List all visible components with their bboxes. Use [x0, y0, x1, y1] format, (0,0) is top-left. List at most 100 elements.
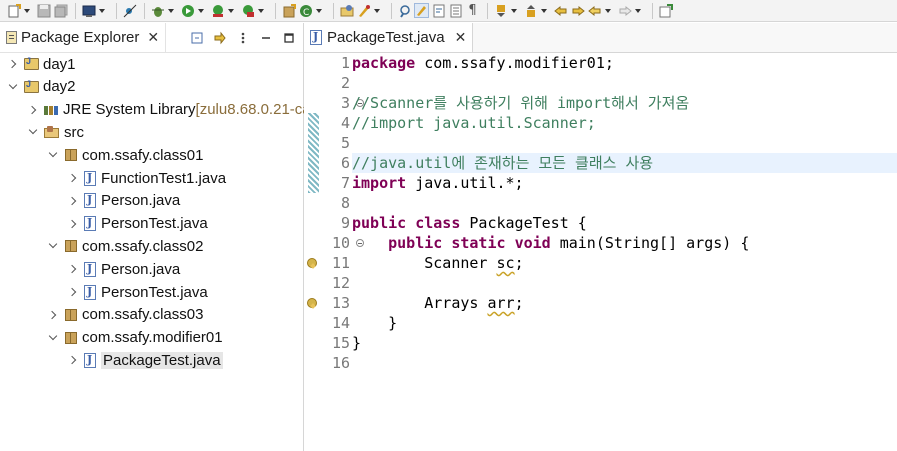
tree-item-label: com.ssafy.class02	[82, 237, 204, 255]
previous-annotation-dropdown-icon[interactable]	[540, 3, 548, 18]
chevron-right-icon[interactable]	[68, 355, 78, 365]
code-line[interactable]: public static void main(String[] args) {	[352, 233, 897, 253]
chevron-right-icon[interactable]	[8, 59, 18, 69]
forward-icon[interactable]	[617, 3, 632, 18]
coverage-dropdown-icon[interactable]	[227, 3, 235, 18]
run-icon[interactable]	[180, 3, 195, 18]
toggle-word-wrap-icon[interactable]	[431, 3, 446, 18]
tree-item[interactable]: Person.java	[68, 258, 180, 280]
tree-item[interactable]: com.ssafy.modifier01	[48, 327, 223, 349]
chevron-down-icon[interactable]	[28, 127, 38, 137]
forward-edit-icon[interactable]	[570, 3, 585, 18]
code-line[interactable]: Arrays arr;	[352, 293, 897, 313]
tree-item[interactable]: com.ssafy.class01	[48, 144, 203, 166]
chevron-right-icon[interactable]	[68, 287, 78, 297]
open-task-dropdown-icon[interactable]	[373, 3, 381, 18]
terminal-dropdown-icon[interactable]	[98, 3, 106, 18]
toggle-block-selection-icon[interactable]	[448, 3, 463, 18]
tree-item[interactable]: com.ssafy.class02	[48, 235, 203, 257]
warning-icon[interactable]	[307, 298, 317, 308]
code-line[interactable]: }	[352, 313, 897, 333]
new-java-class-icon[interactable]: C	[298, 3, 313, 18]
link-with-editor-icon[interactable]	[212, 30, 228, 46]
code-line[interactable]: }	[352, 333, 897, 353]
new-java-package-icon[interactable]	[281, 3, 296, 18]
line-number: 14	[331, 314, 350, 332]
line-number: 11	[331, 254, 350, 272]
code-line[interactable]	[352, 193, 897, 213]
pin-editor-icon[interactable]	[658, 3, 673, 18]
new-java-class-dropdown-icon[interactable]	[315, 3, 323, 18]
code-token: Scanner	[352, 254, 497, 272]
save-all-icon[interactable]	[53, 3, 68, 18]
warning-icon[interactable]	[307, 258, 317, 268]
java-file-icon	[84, 284, 97, 300]
tree-item[interactable]: day2	[8, 76, 76, 98]
previous-annotation-icon[interactable]	[523, 3, 538, 18]
view-menu-icon[interactable]	[235, 30, 251, 46]
external-tools-icon[interactable]	[240, 3, 255, 18]
toggle-mark-occurrences-icon[interactable]	[414, 3, 429, 18]
code-line[interactable]: import java.util.*;	[352, 173, 897, 193]
search-icon[interactable]	[397, 3, 412, 18]
new-dropdown-icon[interactable]	[23, 3, 31, 18]
tree-item[interactable]: JRE System Library [zulu8.68.0.21-ca	[28, 99, 311, 121]
minimize-icon[interactable]	[258, 30, 274, 46]
tree-item[interactable]: PersonTest.java	[68, 213, 208, 235]
back-dropdown-icon[interactable]	[604, 3, 612, 18]
tree-item[interactable]: src	[28, 121, 84, 143]
close-icon[interactable]: ✕	[147, 30, 159, 46]
next-annotation-icon[interactable]	[493, 3, 508, 18]
terminal-icon[interactable]	[81, 3, 96, 18]
code-line[interactable]: public class PackageTest {	[352, 213, 897, 233]
code-line[interactable]: package com.ssafy.modifier01;	[352, 53, 897, 73]
code-line[interactable]: //Scanner를 사용하기 위해 import해서 가져옴	[352, 93, 897, 113]
java-file-icon	[84, 261, 97, 277]
chevron-down-icon[interactable]	[8, 82, 18, 92]
save-icon[interactable]	[36, 3, 51, 18]
chevron-right-icon[interactable]	[48, 310, 58, 320]
line-number: 10	[331, 234, 350, 252]
open-type-icon[interactable]	[339, 3, 354, 18]
coverage-icon[interactable]	[210, 3, 225, 18]
chevron-right-icon[interactable]	[68, 264, 78, 274]
last-edit-location-icon[interactable]	[553, 3, 568, 18]
tree-item[interactable]: PersonTest.java	[68, 281, 208, 303]
external-tools-dropdown-icon[interactable]	[257, 3, 265, 18]
show-whitespace-icon[interactable]: ¶	[465, 3, 480, 18]
new-icon[interactable]	[6, 3, 21, 18]
code-line[interactable]	[352, 273, 897, 293]
skip-breakpoints-icon[interactable]	[122, 3, 137, 18]
code-line[interactable]	[352, 353, 897, 373]
chevron-right-icon[interactable]	[68, 173, 78, 183]
editor-tab-packagetest[interactable]: PackageTest.java ✕	[304, 23, 474, 52]
chevron-right-icon[interactable]	[28, 105, 38, 115]
chevron-right-icon[interactable]	[68, 196, 78, 206]
open-task-icon[interactable]	[356, 3, 371, 18]
collapse-all-icon[interactable]	[189, 30, 205, 46]
tree-item[interactable]: day1	[8, 53, 76, 75]
code-line[interactable]: //java.util에 존재하는 모든 클래스 사용	[352, 153, 897, 173]
tree-item[interactable]: PackageTest.java	[68, 349, 223, 371]
code-line[interactable]	[352, 73, 897, 93]
close-icon[interactable]: ✕	[455, 30, 467, 46]
code-line[interactable]: Scanner sc;	[352, 253, 897, 273]
code-line[interactable]: //import java.util.Scanner;	[352, 113, 897, 133]
chevron-right-icon[interactable]	[68, 219, 78, 229]
run-dropdown-icon[interactable]	[197, 3, 205, 18]
debug-dropdown-icon[interactable]	[167, 3, 175, 18]
next-annotation-dropdown-icon[interactable]	[510, 3, 518, 18]
tree-item[interactable]: FunctionTest1.java	[68, 167, 226, 189]
debug-icon[interactable]	[150, 3, 165, 18]
forward-dropdown-icon[interactable]	[634, 3, 642, 18]
chevron-down-icon[interactable]	[48, 333, 58, 343]
code-token: }	[352, 314, 398, 332]
code-line[interactable]	[352, 133, 897, 153]
back-icon[interactable]	[587, 3, 602, 18]
maximize-icon[interactable]	[281, 30, 297, 46]
tree-item[interactable]: com.ssafy.class03	[48, 304, 203, 326]
tree-item[interactable]: Person.java	[68, 190, 180, 212]
package-explorer-tab[interactable]: Package Explorer ✕	[0, 23, 167, 52]
chevron-down-icon[interactable]	[48, 150, 58, 160]
chevron-down-icon[interactable]	[48, 241, 58, 251]
